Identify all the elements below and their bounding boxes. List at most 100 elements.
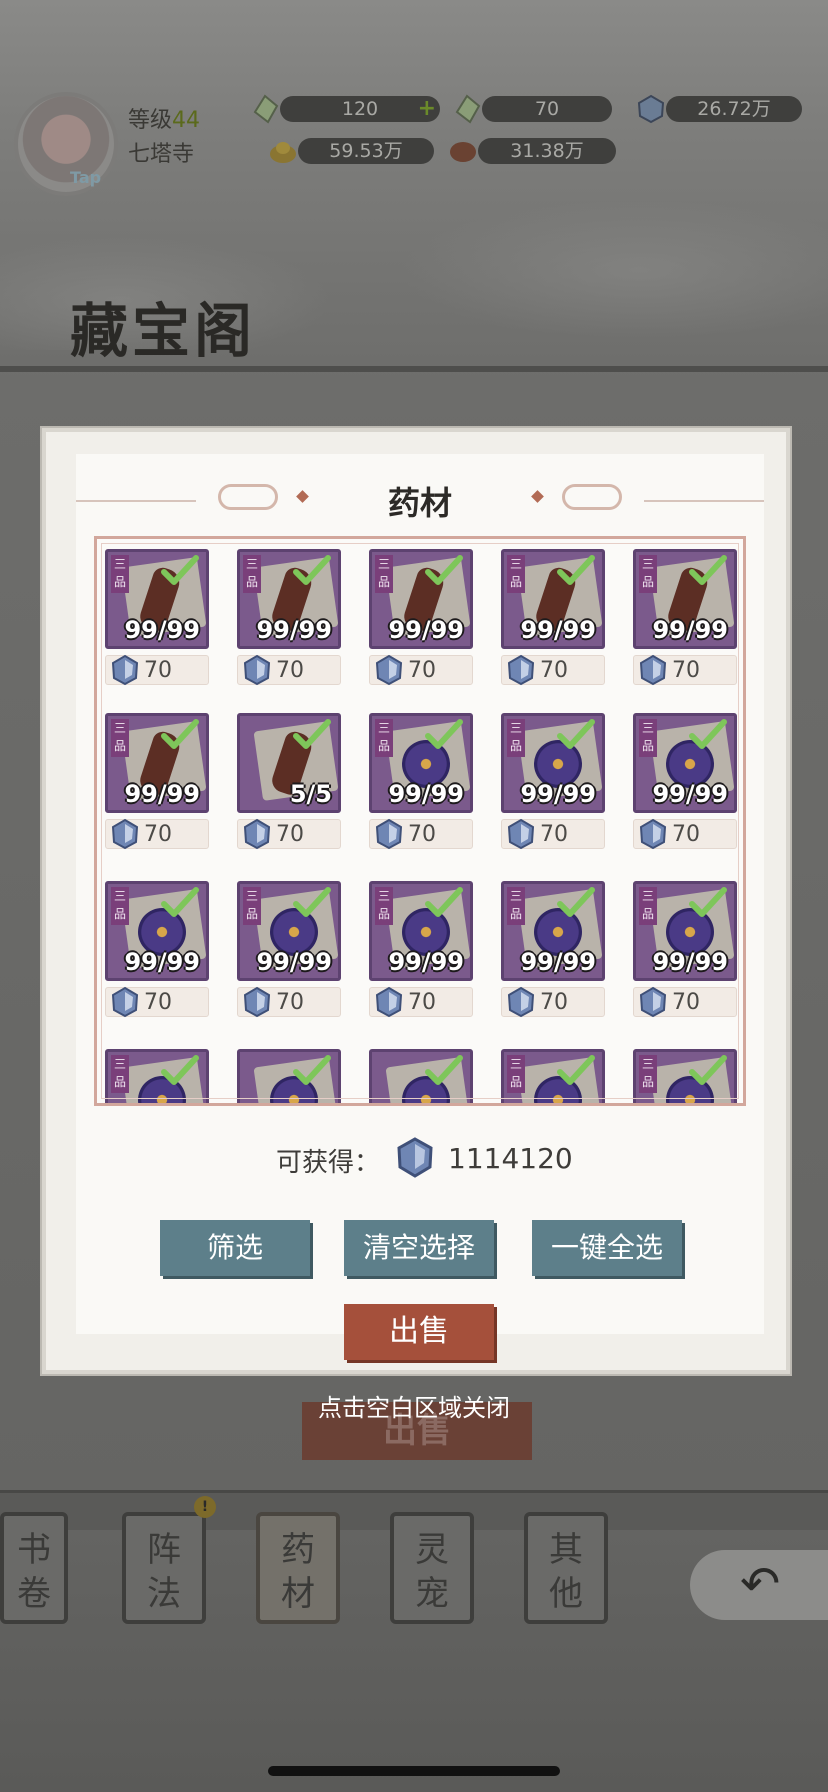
check-icon: [425, 555, 463, 585]
herb-item-card[interactable]: 三品 99/99: [237, 549, 341, 649]
title-divider: [0, 366, 828, 372]
herb-item[interactable]: 三品 99/99 70: [501, 549, 605, 699]
obtain-value: 1114120: [448, 1142, 573, 1175]
grade-badge: 三品: [639, 555, 657, 593]
item-count: 99/99: [652, 948, 728, 976]
gold-ingot-icon: [270, 142, 296, 163]
check-icon: [689, 1055, 727, 1085]
herb-item[interactable]: 三品: [633, 1049, 737, 1103]
herb-item-card[interactable]: 三品 99/99: [105, 713, 209, 813]
herb-item-card[interactable]: 三品 99/99: [633, 881, 737, 981]
item-count: 99/99: [256, 948, 332, 976]
herb-item[interactable]: 三品 99/99 70: [237, 881, 341, 1031]
clear-selection-button[interactable]: 清空选择: [344, 1220, 494, 1276]
item-count: 5/5: [289, 780, 332, 808]
herb-item-card[interactable]: 三品 99/99: [105, 549, 209, 649]
herb-item-card[interactable]: [237, 1049, 341, 1103]
item-count: 99/99: [520, 780, 596, 808]
herb-item[interactable]: 三品 99/99 70: [501, 881, 605, 1031]
tab-pets[interactable]: 灵 宠: [390, 1512, 474, 1624]
item-price-value: 70: [672, 658, 700, 683]
herb-item-card[interactable]: 三品 99/99: [369, 549, 473, 649]
herb-item-card[interactable]: 三品 99/99: [501, 713, 605, 813]
sell-button[interactable]: 出售: [344, 1304, 494, 1360]
tab-books[interactable]: 书 卷: [0, 1512, 68, 1624]
herb-item[interactable]: 三品 99/99 70: [633, 713, 737, 863]
spirit-stone-icon: [639, 986, 667, 1018]
header-right-line: [644, 500, 764, 502]
herb-item-card[interactable]: 三品 99/99: [501, 549, 605, 649]
herb-item[interactable]: 三品 99/99 70: [369, 713, 473, 863]
spirit-stone-icon: [243, 654, 271, 686]
spirit-stone-icon: [111, 818, 139, 850]
home-indicator[interactable]: [268, 1766, 560, 1776]
herb-item[interactable]: [369, 1049, 473, 1103]
grade-badge: 三品: [111, 719, 129, 757]
check-icon: [689, 887, 727, 917]
herb-item[interactable]: 三品: [105, 1049, 209, 1103]
tab-others-label: 其 他: [549, 1530, 583, 1614]
herb-item[interactable]: 三品 99/99 70: [633, 549, 737, 699]
herb-item-card[interactable]: 三品 99/99: [369, 881, 473, 981]
grade-badge: 三品: [375, 719, 393, 757]
herb-item[interactable]: [237, 1049, 341, 1103]
select-all-button[interactable]: 一键全选: [532, 1220, 682, 1276]
item-count: 99/99: [520, 616, 596, 644]
item-price-value: 70: [408, 658, 436, 683]
spirit-stone-icon: [111, 654, 139, 686]
item-price-value: 70: [408, 822, 436, 847]
item-count: 99/99: [124, 780, 200, 808]
spirit-stone-icon: [243, 986, 271, 1018]
grade-badge: 三品: [507, 555, 525, 593]
herb-item-card[interactable]: 三品 99/99: [501, 881, 605, 981]
herb-item[interactable]: 三品 99/99 70: [369, 549, 473, 699]
herb-item[interactable]: 三品 99/99 70: [105, 713, 209, 863]
herb-item-card[interactable]: 三品: [501, 1049, 605, 1103]
tab-herbs[interactable]: 药 材: [256, 1512, 340, 1624]
herb-item-card[interactable]: 三品: [105, 1049, 209, 1103]
herb-item-card[interactable]: [369, 1049, 473, 1103]
spirit-stone-icon: [507, 986, 535, 1018]
herb-item-card[interactable]: 三品: [633, 1049, 737, 1103]
add-resource-button[interactable]: +: [418, 97, 436, 121]
tab-herbs-label: 药 材: [281, 1530, 315, 1614]
tab-books-label: 书 卷: [17, 1530, 51, 1614]
tab-others[interactable]: 其 他: [524, 1512, 608, 1624]
player-avatar[interactable]: [14, 92, 118, 196]
herb-item[interactable]: 三品 99/99 70: [501, 713, 605, 863]
top-hud: Tap 等级44 七塔寺 120 + 70 26.72万 59.53万 31.3…: [0, 80, 828, 196]
herb-item-grid[interactable]: 三品 99/99 70 三品 99/99 70 三品 99/99 70 三品 99/99 70 三品 99…: [94, 536, 746, 1106]
resource-gold-value: 59.53万: [329, 140, 403, 162]
herb-item[interactable]: 三品 99/99 70: [369, 881, 473, 1031]
herb-item-card[interactable]: 三品 99/99: [237, 881, 341, 981]
herb-item-card[interactable]: 三品 99/99: [633, 713, 737, 813]
herb-item[interactable]: 三品 99/99 70: [105, 881, 209, 1031]
herb-item[interactable]: 5/5 70: [237, 713, 341, 863]
spirit-stone-icon: [243, 818, 271, 850]
check-icon: [425, 887, 463, 917]
grade-badge: 三品: [507, 887, 525, 925]
herb-item-card[interactable]: 三品 99/99: [633, 549, 737, 649]
herb-item-card[interactable]: 5/5: [237, 713, 341, 813]
item-price: 70: [369, 818, 473, 850]
filter-button[interactable]: 筛选: [160, 1220, 310, 1276]
item-price: 70: [105, 986, 209, 1018]
grade-badge: 三品: [243, 887, 261, 925]
check-icon: [293, 887, 331, 917]
herb-item[interactable]: 三品 99/99 70: [105, 549, 209, 699]
item-price: 70: [501, 818, 605, 850]
herb-item[interactable]: 三品 99/99 70: [633, 881, 737, 1031]
check-icon: [293, 555, 331, 585]
resource-gold: 59.53万: [298, 138, 434, 164]
dialog-header: 药材: [76, 470, 764, 530]
herb-item[interactable]: 三品: [501, 1049, 605, 1103]
grade-badge: 三品: [111, 1055, 129, 1093]
tab-formations[interactable]: 阵 法: [122, 1512, 206, 1624]
item-price: 70: [105, 818, 209, 850]
check-icon: [161, 1055, 199, 1085]
herb-item[interactable]: 三品 99/99 70: [237, 549, 341, 699]
herb-item-card[interactable]: 三品 99/99: [105, 881, 209, 981]
avatar-tag: Tap: [70, 168, 102, 187]
herb-item-card[interactable]: 三品 99/99: [369, 713, 473, 813]
check-icon: [689, 555, 727, 585]
